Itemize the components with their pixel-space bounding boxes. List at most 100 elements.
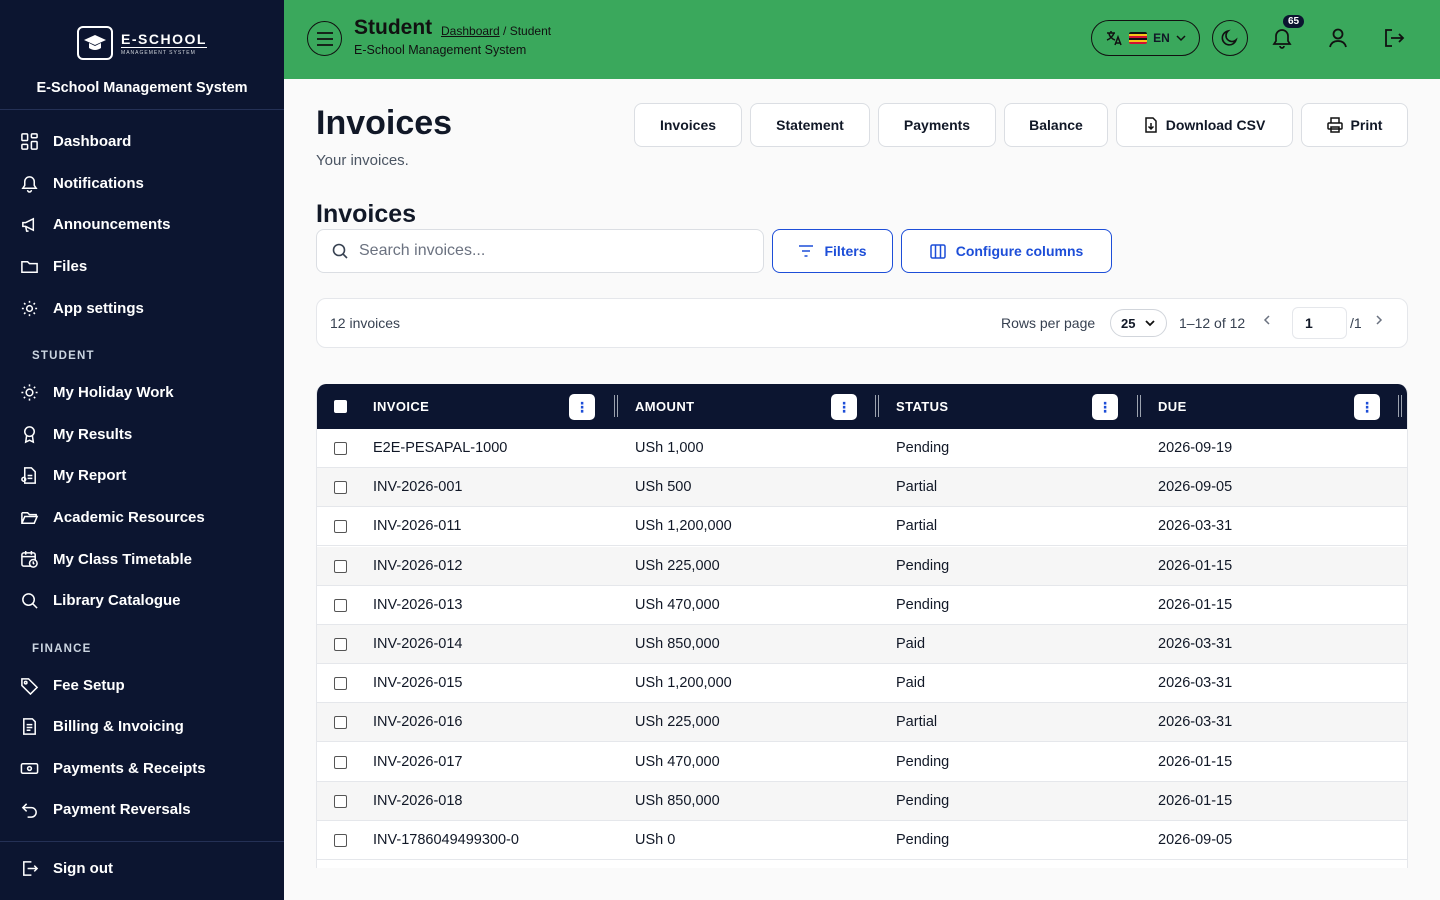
row-checkbox[interactable] [334,677,347,691]
search-input[interactable] [359,242,739,260]
graduation-cap-icon [77,26,114,60]
sidebar-item-report[interactable]: My Report [20,460,126,490]
table-row[interactable]: INV-2026-018 USh 850,000 Pending 2026-01-15 [317,781,1407,821]
logo[interactable]: E-SCHOOL MANAGEMENT SYSTEM [77,26,207,60]
column-header-amount[interactable]: AMOUNT [635,399,694,414]
rows-per-page-value: 25 [1121,315,1136,331]
sidebar-item-class-timetable[interactable]: My Class Timetable [20,544,192,574]
tab-balance[interactable]: Balance [1004,103,1108,147]
cell-status: Pending [896,753,950,770]
cell-due: 2026-09-05 [1158,832,1233,848]
sidebar-item-billing-invoicing[interactable]: Billing & Invoicing [20,711,184,741]
sidebar-item-holiday-work[interactable]: My Holiday Work [20,377,174,407]
column-header-due[interactable]: DUE [1158,399,1187,414]
print-button[interactable]: Print [1301,103,1408,147]
cell-amount: USh 470,000 [635,596,720,613]
row-checkbox[interactable] [334,481,347,495]
download-csv-label: Download CSV [1165,117,1266,133]
table-row[interactable]: INV-2026-014 USh 850,000 Paid 2026-03-31 [317,625,1407,664]
top-header: Student Dashboard / Student E-School Man… [284,0,1440,79]
row-checkbox[interactable] [334,520,347,534]
row-checkbox[interactable] [334,834,347,847]
cell-due: 2026-03-31 [1158,675,1233,692]
undo-icon [21,802,37,818]
sidebar-item-announcements[interactable]: Announcements [20,209,171,239]
invoices-table: INVOICE ⋮ AMOUNT ⋮ STATUS ⋮ DUE ⋮ E2E-PE… [316,384,1408,868]
gear-icon [21,300,38,316]
sidebar-item-label: Notifications [53,174,144,192]
row-checkbox[interactable] [334,716,347,730]
sign-out-label: Sign out [53,859,113,877]
table-row[interactable]: INV-2026-012 USh 225,000 Pending 2026-01-15 [317,546,1407,586]
table-row[interactable]: INV-2026-015 USh 1,200,000 Paid 2026-03-31 [317,664,1407,704]
select-all-checkbox[interactable] [334,400,347,413]
cell-invoice: E2E-PESAPAL-1000 [373,440,508,456]
row-checkbox[interactable] [334,442,347,455]
logout-button[interactable] [1381,25,1407,51]
row-checkbox[interactable] [334,559,347,573]
menu-toggle-button[interactable] [307,21,342,56]
notifications-button[interactable] [1269,25,1295,51]
sidebar-item-academic-resources[interactable]: Academic Resources [20,502,205,532]
column-resize-handle[interactable] [1398,395,1402,417]
sun-icon [21,383,38,401]
row-checkbox[interactable] [334,638,347,651]
rows-per-page-select[interactable]: 25 [1110,309,1167,337]
sidebar-item-notifications[interactable]: Notifications [20,168,144,198]
file-download-icon [1144,117,1157,133]
row-checkbox[interactable] [334,794,347,808]
column-menu-button[interactable]: ⋮ [569,394,595,420]
sidebar-item-app-settings[interactable]: App settings [20,293,144,323]
sidebar-item-payments-receipts[interactable]: Payments & Receipts [20,753,206,783]
column-resize-handle[interactable] [875,395,879,417]
column-resize-handle[interactable] [1137,395,1141,417]
tab-payments[interactable]: Payments [878,103,996,147]
column-header-status[interactable]: STATUS [896,399,948,414]
table-row[interactable]: E2E-PESAPAL-1000 USh 1,000 Pending 2026-09-… [317,429,1407,468]
download-csv-button[interactable]: Download CSV [1116,103,1293,147]
language-selector[interactable]: EN [1091,20,1200,56]
sidebar-item-payment-reversals[interactable]: Payment Reversals [20,794,191,824]
breadcrumb-dashboard-link[interactable]: Dashboard [441,24,500,38]
sidebar-item-files[interactable]: Files [20,251,87,281]
sidebar-item-dashboard[interactable]: Dashboard [20,126,131,156]
theme-toggle-button[interactable] [1212,20,1248,56]
logout-icon [1385,29,1405,47]
column-menu-button[interactable]: ⋮ [1354,394,1380,420]
tab-invoices[interactable]: Invoices [634,103,742,147]
table-row[interactable]: INV-1786049499300-0 USh 0 Pending 2026-09-0… [317,821,1407,860]
profile-button[interactable] [1325,25,1351,51]
configure-columns-button[interactable]: Configure columns [901,229,1112,273]
table-row[interactable]: INV-2026-016 USh 225,000 Partial 2026-03-31 [317,703,1407,743]
cell-invoice: INV-2026-012 [373,557,463,574]
banknote-icon [20,762,39,774]
column-menu-button[interactable]: ⋮ [831,394,857,420]
table-header: INVOICE ⋮ AMOUNT ⋮ STATUS ⋮ DUE ⋮ [317,384,1407,429]
cell-status: Partial [896,714,938,731]
prev-page-button[interactable] [1263,313,1271,329]
table-row[interactable]: INV-2026-013 USh 470,000 Pending 2026-01-15 [317,586,1407,625]
column-menu-button[interactable]: ⋮ [1092,394,1118,420]
sidebar: E-SCHOOL MANAGEMENT SYSTEM E-School Mana… [0,0,284,900]
sidebar-item-results[interactable]: My Results [20,419,132,449]
table-row[interactable]: INV-2026-017 USh 470,000 Pending 2026-01-15 [317,743,1407,782]
filters-button[interactable]: Filters [772,229,893,273]
row-checkbox[interactable] [334,598,347,612]
sidebar-item-label: Payment Reversals [53,800,191,818]
table-row[interactable]: INV-2026-001 USh 500 Partial 2026-09-05 [317,468,1407,508]
sign-out-button[interactable]: Sign out [20,853,113,883]
cell-amount: USh 225,000 [635,557,720,574]
user-icon [1329,28,1347,48]
column-header-invoice[interactable]: INVOICE [373,399,429,414]
page-number-input[interactable]: 1 [1292,307,1347,339]
column-resize-handle[interactable] [614,395,618,417]
sidebar-item-library-catalogue[interactable]: Library Catalogue [20,585,181,615]
next-page-button[interactable] [1375,313,1383,329]
cell-invoice: INV-2026-017 [373,753,463,770]
sidebar-item-label: My Results [53,425,133,443]
row-checkbox[interactable] [334,755,347,769]
sidebar-item-fee-setup[interactable]: Fee Setup [20,670,125,700]
tab-statement[interactable]: Statement [750,103,870,147]
table-row[interactable]: INV-2026-011 USh 1,200,000 Partial 2026-03-… [317,507,1407,547]
search-icon [22,592,38,609]
